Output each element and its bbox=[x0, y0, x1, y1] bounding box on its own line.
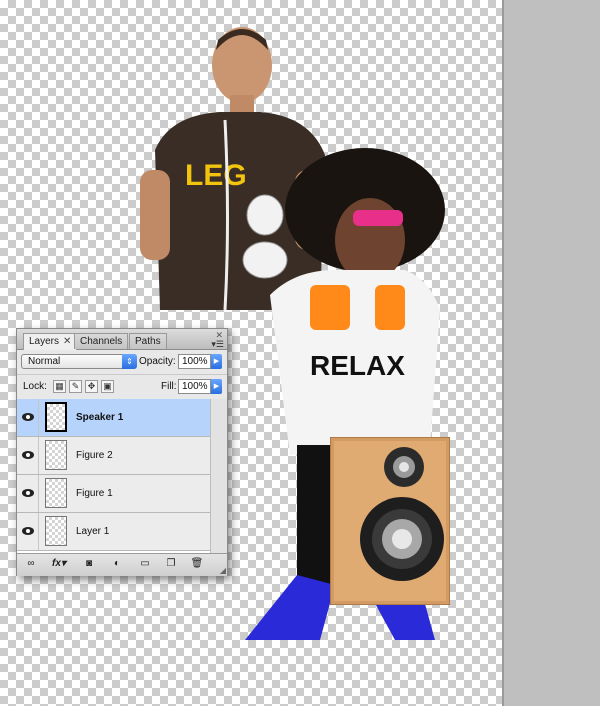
trash-icon[interactable]: 🗑 bbox=[189, 557, 205, 571]
chevron-down-icon[interactable]: ⇕ bbox=[122, 354, 137, 369]
eye-icon[interactable] bbox=[17, 399, 39, 436]
lock-move-icon[interactable]: ✥ bbox=[85, 380, 98, 393]
shirt-print: RELAX bbox=[310, 350, 405, 381]
tab-layers[interactable]: Layers ✕ bbox=[23, 333, 78, 350]
layer-thumbnail bbox=[45, 440, 67, 470]
layer-row-layer-1[interactable]: Layer 1 bbox=[17, 513, 210, 551]
layer-row-figure-1[interactable]: Figure 1 bbox=[17, 475, 210, 513]
lock-brush-icon[interactable]: ✎ bbox=[69, 380, 82, 393]
layer-name: Figure 1 bbox=[76, 488, 113, 499]
fill-arrow-icon[interactable]: ▶ bbox=[211, 379, 222, 394]
lock-label: Lock: bbox=[23, 381, 47, 392]
blend-mode-select[interactable]: Normal ⇕ bbox=[21, 354, 137, 369]
resize-grip-icon[interactable]: ◢ bbox=[220, 566, 226, 575]
layer-list: Speaker 1 Figure 2 Figure 1 Layer 1 bbox=[17, 399, 210, 553]
panel-tab-bar: Layers ✕ Channels Paths ✕ ▾☰ bbox=[17, 329, 227, 350]
layer-thumbnail bbox=[45, 402, 67, 432]
blend-opacity-row: Normal ⇕ Opacity: 100% ▶ bbox=[17, 350, 227, 375]
layer-thumbnail bbox=[45, 478, 67, 508]
lock-transparent-icon[interactable]: ▦ bbox=[53, 380, 66, 393]
eye-icon[interactable] bbox=[17, 475, 39, 512]
fx-label: fx bbox=[52, 558, 61, 569]
mask-icon[interactable]: ◙ bbox=[81, 557, 97, 571]
tab-paths-label: Paths bbox=[135, 336, 161, 347]
link-icon[interactable]: ∞ bbox=[23, 557, 39, 571]
adjustment-icon[interactable]: ◐ bbox=[109, 557, 125, 571]
panel-menu-icon[interactable]: ▾☰ bbox=[211, 339, 224, 350]
opacity-input[interactable]: 100% bbox=[178, 354, 211, 369]
layer-name: Layer 1 bbox=[76, 526, 110, 537]
eye-icon[interactable] bbox=[17, 437, 39, 474]
tab-channels[interactable]: Channels bbox=[74, 333, 129, 349]
layers-bottom-bar: ∞ fx▾ ◙ ◐ ▭ ❐ 🗑 ◢ bbox=[17, 553, 227, 576]
layer-name: Figure 2 bbox=[76, 450, 113, 461]
pasteboard bbox=[504, 0, 600, 706]
layer-row-figure-2[interactable]: Figure 2 bbox=[17, 437, 210, 475]
layer-row-speaker-1[interactable]: Speaker 1 bbox=[17, 399, 210, 437]
opacity-label: Opacity: bbox=[139, 356, 176, 367]
blend-mode-value: Normal bbox=[28, 356, 61, 367]
lock-all-icon[interactable]: ▣ bbox=[101, 380, 114, 393]
layer-thumbnail bbox=[45, 516, 67, 546]
fill-input[interactable]: 100% bbox=[178, 379, 211, 394]
fx-icon[interactable]: fx▾ bbox=[51, 557, 67, 571]
speaker-image[interactable] bbox=[330, 437, 450, 605]
folder-icon[interactable]: ▭ bbox=[137, 557, 153, 571]
fill-label: Fill: bbox=[161, 381, 177, 392]
new-layer-icon[interactable]: ❐ bbox=[163, 557, 179, 571]
layer-list-scrollbar[interactable] bbox=[210, 399, 227, 553]
lock-fill-row: Lock: ▦ ✎ ✥ ▣ Fill: 100% ▶ bbox=[17, 375, 227, 400]
close-icon[interactable]: ✕ bbox=[63, 336, 71, 347]
opacity-arrow-icon[interactable]: ▶ bbox=[211, 354, 222, 369]
layers-panel[interactable]: Layers ✕ Channels Paths ✕ ▾☰ Normal ⇕ Opa… bbox=[16, 328, 228, 576]
eye-icon[interactable] bbox=[17, 513, 39, 550]
tab-paths[interactable]: Paths bbox=[129, 333, 167, 349]
tab-layers-label: Layers bbox=[29, 336, 60, 347]
layer-name: Speaker 1 bbox=[76, 412, 124, 423]
tab-channels-label: Channels bbox=[80, 336, 123, 347]
